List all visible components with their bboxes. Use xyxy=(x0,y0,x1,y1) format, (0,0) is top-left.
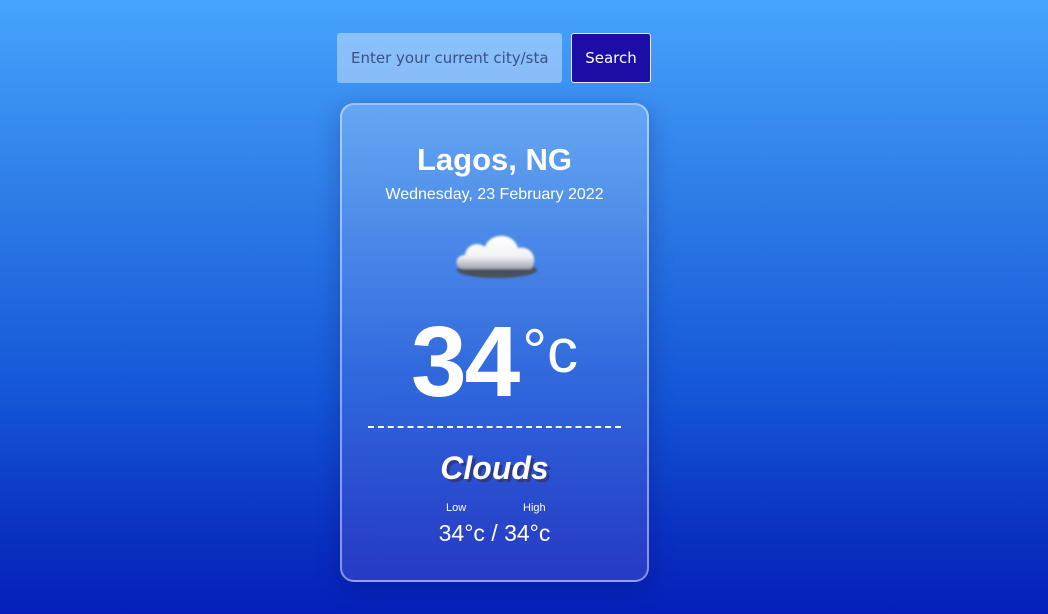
high-label: High xyxy=(523,502,546,514)
temperature-value: 34 xyxy=(410,306,520,418)
search-button[interactable]: Search xyxy=(571,33,651,83)
dashed-divider xyxy=(368,426,621,428)
temperature-display: 34°c xyxy=(342,307,647,417)
low-high-temperature: 34°c / 34°c xyxy=(438,520,551,546)
low-label: Low xyxy=(446,502,467,514)
search-input[interactable] xyxy=(337,33,562,83)
weather-condition: Clouds xyxy=(440,450,549,486)
temperature-unit: °c xyxy=(522,317,579,386)
location-title: Lagos, NG xyxy=(416,142,572,177)
date-text: Wednesday, 23 February 2022 xyxy=(385,186,604,203)
weather-card: Lagos, NG Wednesday, 23 February 2022 34… xyxy=(340,103,649,582)
cloud-icon xyxy=(456,235,537,278)
